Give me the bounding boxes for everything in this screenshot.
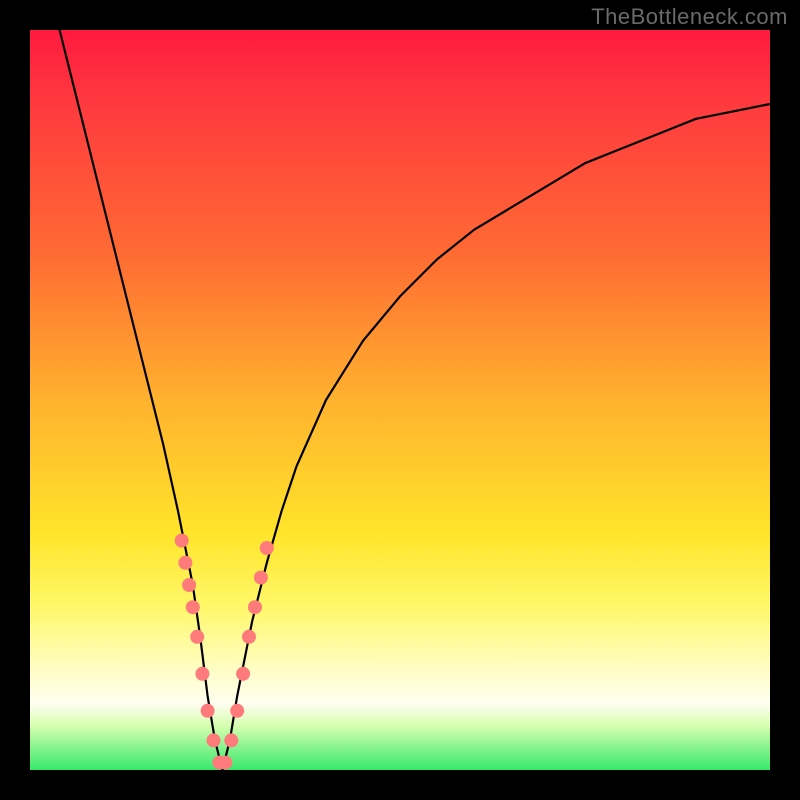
plot-area bbox=[30, 30, 770, 770]
marker-point bbox=[260, 541, 274, 555]
bottleneck-curve bbox=[60, 30, 770, 770]
marker-point bbox=[230, 704, 244, 718]
marker-point bbox=[178, 556, 192, 570]
marker-point bbox=[207, 733, 221, 747]
marker-point bbox=[186, 600, 200, 614]
marker-point bbox=[175, 534, 189, 548]
marker-point bbox=[254, 571, 268, 585]
marker-point bbox=[242, 630, 256, 644]
marker-point bbox=[182, 578, 196, 592]
marker-point bbox=[236, 667, 250, 681]
marker-point bbox=[224, 733, 238, 747]
watermark-text: TheBottleneck.com bbox=[591, 4, 788, 30]
marker-point bbox=[218, 756, 232, 770]
curve-svg bbox=[30, 30, 770, 770]
marker-point bbox=[195, 667, 209, 681]
marker-point bbox=[190, 630, 204, 644]
marker-point bbox=[201, 704, 215, 718]
marker-point bbox=[248, 600, 262, 614]
chart-frame: TheBottleneck.com bbox=[0, 0, 800, 800]
